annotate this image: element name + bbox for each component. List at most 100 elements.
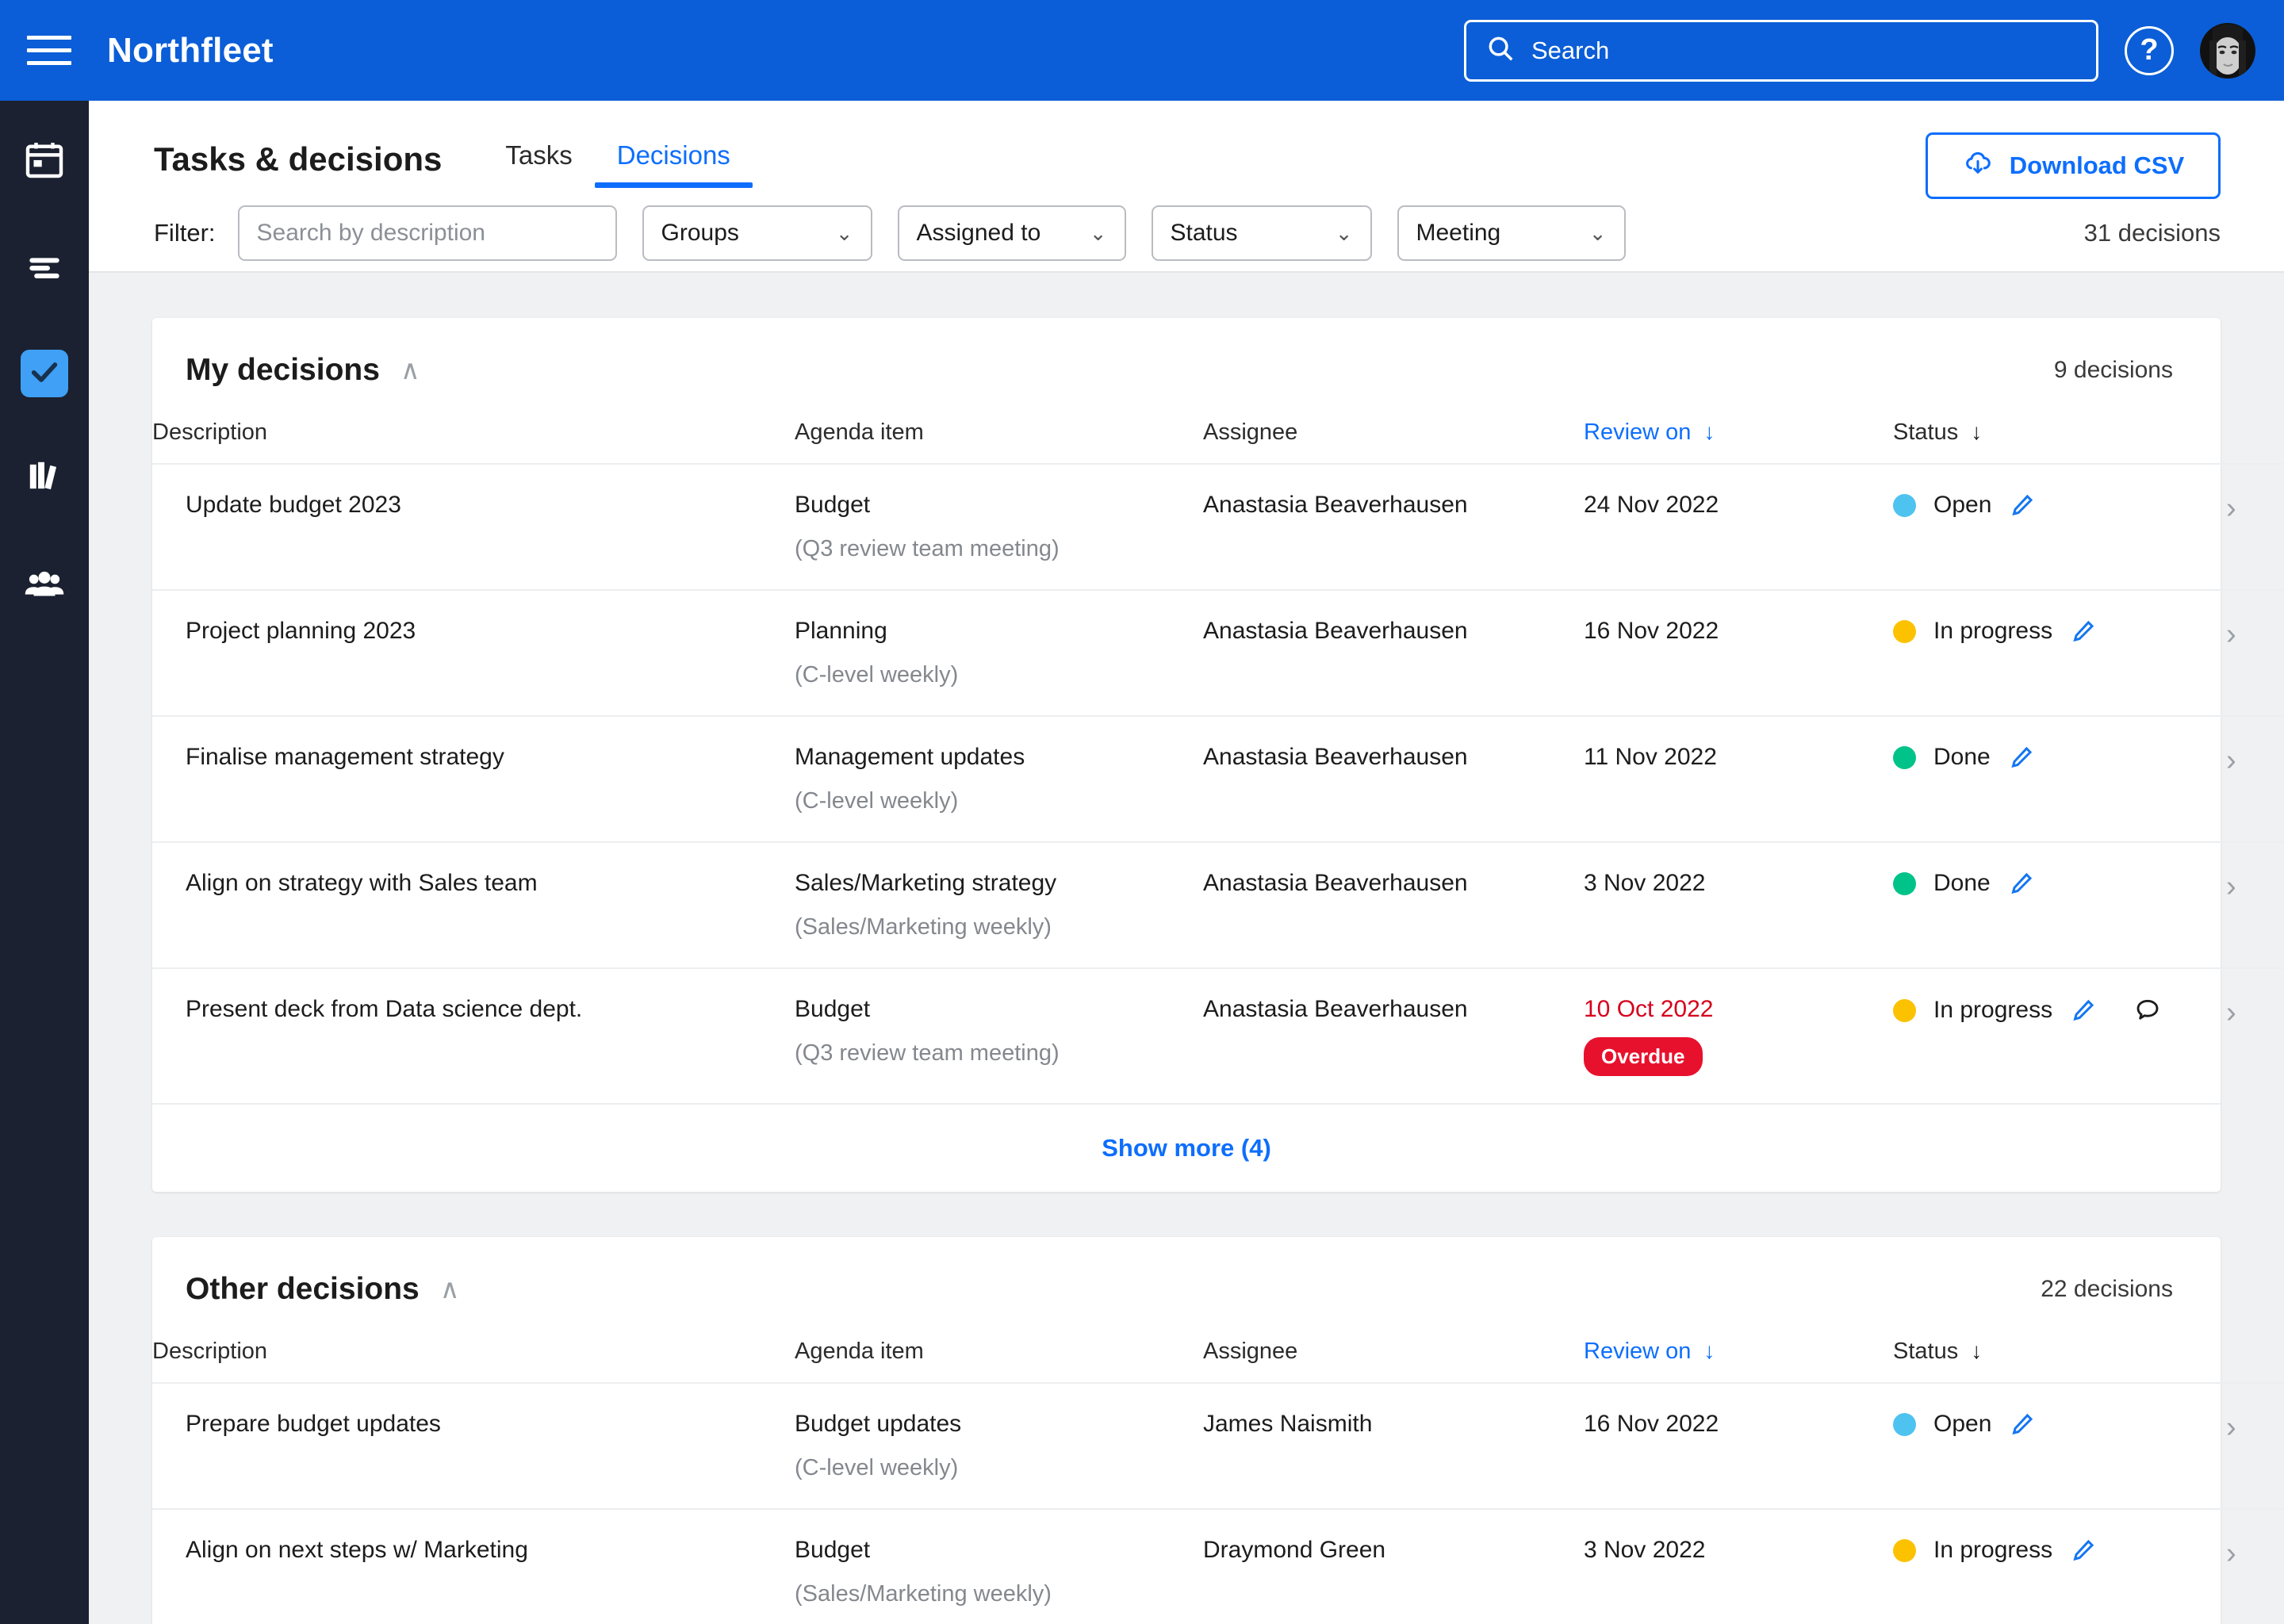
agenda-item-label: Budget — [795, 996, 871, 1022]
table-body: Prepare budget updates Budget updates (C-l… — [152, 1383, 2284, 1624]
cell-description: Project planning 2023 — [152, 590, 795, 717]
chevron-down-icon: ⌄ — [1335, 220, 1353, 245]
cell-agenda-item: Management updates (C-level weekly) — [795, 716, 1203, 843]
table-row[interactable]: Present deck from Data science dept. Budg… — [152, 968, 2284, 1103]
tab-tasks[interactable]: Tasks — [483, 140, 594, 188]
filter-assigned-to-select[interactable]: Assigned to ⌄ — [897, 205, 1126, 261]
sidebar-item-library[interactable] — [17, 451, 71, 505]
review-date: 3 Nov 2022 — [1584, 1537, 1706, 1563]
tab-decisions[interactable]: Decisions — [594, 140, 753, 188]
column-header-status[interactable]: Status ↓ — [1893, 1307, 2226, 1384]
comment-bubble-icon[interactable] — [2133, 996, 2162, 1025]
edit-pencil-icon[interactable] — [2070, 997, 2097, 1024]
cell-status: In progress — [1893, 590, 2226, 717]
row-open-chevron-icon[interactable]: › — [2226, 968, 2284, 1103]
table-row[interactable]: Align on next steps w/ Marketing Budget (S… — [152, 1509, 2284, 1624]
column-header-assignee: Assignee — [1203, 388, 1584, 465]
cell-description: Align on strategy with Sales team — [152, 842, 795, 969]
sidebar-item-people[interactable] — [17, 559, 71, 613]
sidebar-item-tasks-decisions[interactable] — [21, 350, 68, 397]
cell-agenda-item: Budget (Q3 review team meeting) — [795, 464, 1203, 591]
edit-pencil-icon[interactable] — [2008, 744, 2035, 771]
cell-assignee: Draymond Green — [1203, 1509, 1584, 1624]
cell-assignee: James Naismith — [1203, 1383, 1584, 1510]
filter-groups-select[interactable]: Groups ⌄ — [642, 205, 872, 261]
cell-description: Prepare budget updates — [152, 1383, 795, 1510]
filter-search-input[interactable]: Search by description — [237, 205, 617, 261]
agenda-item-meeting: (C-level weekly) — [795, 1455, 959, 1480]
table-body: Update budget 2023 Budget (Q3 review team … — [152, 464, 2284, 1103]
review-date: 10 Oct 2022 — [1584, 996, 1714, 1022]
status-dot-icon — [1893, 493, 1916, 517]
app-brand-title: Northfleet — [107, 30, 274, 70]
table-header-row: Description Agenda item Assignee Review … — [152, 1307, 2284, 1384]
show-more-link[interactable]: Show more (4) — [152, 1103, 2221, 1192]
page-title: Tasks & decisions — [154, 140, 443, 178]
decisions-table: Description Agenda item Assignee Review … — [152, 388, 2284, 1103]
column-header-review-on[interactable]: Review on ↓ — [1584, 1307, 1893, 1384]
status-group: In progress — [1893, 996, 2226, 1025]
edit-pencil-icon[interactable] — [2070, 1537, 2097, 1564]
row-open-chevron-icon[interactable]: › — [2226, 1383, 2284, 1510]
section-count: 9 decisions — [2053, 357, 2173, 383]
edit-pencil-icon[interactable] — [2008, 870, 2035, 897]
status-dot-icon — [1893, 745, 1916, 769]
filter-search-placeholder: Search by description — [256, 220, 486, 246]
review-date: 16 Nov 2022 — [1584, 618, 1719, 644]
row-open-chevron-icon[interactable]: › — [2226, 464, 2284, 591]
column-header-review-on[interactable]: Review on ↓ — [1584, 388, 1893, 465]
user-avatar[interactable] — [2200, 22, 2255, 79]
filter-bar: Filter: Search by description Groups ⌄ A… — [89, 205, 2284, 261]
decisions-table: Description Agenda item Assignee Review … — [152, 1307, 2284, 1624]
table-row[interactable]: Align on strategy with Sales team Sales/M… — [152, 842, 2284, 969]
filter-meeting-select[interactable]: Meeting ⌄ — [1397, 205, 1626, 261]
hamburger-menu-icon[interactable] — [27, 29, 71, 73]
collapse-caret-icon[interactable]: ∧ — [400, 357, 420, 384]
section-count: 22 decisions — [2041, 1276, 2173, 1302]
row-open-chevron-icon[interactable]: › — [2226, 1509, 2284, 1624]
cell-agenda-item: Planning (C-level weekly) — [795, 590, 1203, 717]
help-icon[interactable]: ? — [2125, 25, 2174, 75]
status-badge-overdue: Overdue — [1584, 1037, 1703, 1076]
table-row[interactable]: Update budget 2023 Budget (Q3 review team … — [152, 464, 2284, 591]
decisions-card-my: My decisions ∧ 9 decisions Description A… — [152, 318, 2284, 1192]
cell-description: Update budget 2023 — [152, 464, 795, 591]
status-label: Open — [1933, 492, 1992, 518]
global-search-input[interactable]: Search — [1464, 19, 2098, 82]
filter-meeting-label: Meeting — [1416, 220, 1501, 246]
collapse-caret-icon[interactable]: ∧ — [440, 1276, 460, 1303]
status-group: Open — [1893, 1411, 2226, 1438]
chevron-down-icon: ⌄ — [835, 220, 853, 245]
table-row[interactable]: Project planning 2023 Planning (C-level we… — [152, 590, 2284, 717]
agenda-list-icon — [22, 245, 67, 293]
status-dot-icon — [1893, 871, 1916, 895]
edit-pencil-icon[interactable] — [2009, 492, 2036, 519]
table-row[interactable]: Prepare budget updates Budget updates (C-l… — [152, 1383, 2284, 1510]
cell-status: Open — [1893, 1383, 2226, 1510]
status-label: In progress — [1933, 1537, 2053, 1563]
sidebar-item-agenda[interactable] — [17, 242, 71, 296]
edit-pencil-icon[interactable] — [2009, 1411, 2036, 1438]
row-open-chevron-icon[interactable]: › — [2226, 716, 2284, 843]
edit-pencil-icon[interactable] — [2070, 618, 2097, 645]
sort-down-icon: ↓ — [1971, 419, 1983, 444]
sort-down-icon: ↓ — [1703, 419, 1715, 444]
filter-status-label: Status — [1170, 220, 1238, 246]
table-header-row: Description Agenda item Assignee Review … — [152, 388, 2284, 465]
cell-agenda-item: Budget (Sales/Marketing weekly) — [795, 1509, 1203, 1624]
sidebar-item-calendar[interactable] — [17, 134, 71, 188]
table-row[interactable]: Finalise management strategy Management u… — [152, 716, 2284, 843]
column-header-status[interactable]: Status ↓ — [1893, 388, 2226, 465]
row-open-chevron-icon[interactable]: › — [2226, 590, 2284, 717]
cell-status: In progress — [1893, 968, 2226, 1103]
row-open-chevron-icon[interactable]: › — [2226, 842, 2284, 969]
download-csv-button[interactable]: Download CSV — [1926, 132, 2221, 199]
cell-status: Done — [1893, 716, 2226, 843]
status-dot-icon — [1893, 998, 1916, 1022]
review-date: 11 Nov 2022 — [1584, 744, 1717, 770]
agenda-item-label: Sales/Marketing strategy — [795, 870, 1057, 896]
cell-review-on: 3 Nov 2022 — [1584, 842, 1893, 969]
filter-assigned-to-label: Assigned to — [916, 220, 1041, 246]
tab-bar: Tasks Decisions — [483, 136, 753, 188]
filter-status-select[interactable]: Status ⌄ — [1151, 205, 1372, 261]
